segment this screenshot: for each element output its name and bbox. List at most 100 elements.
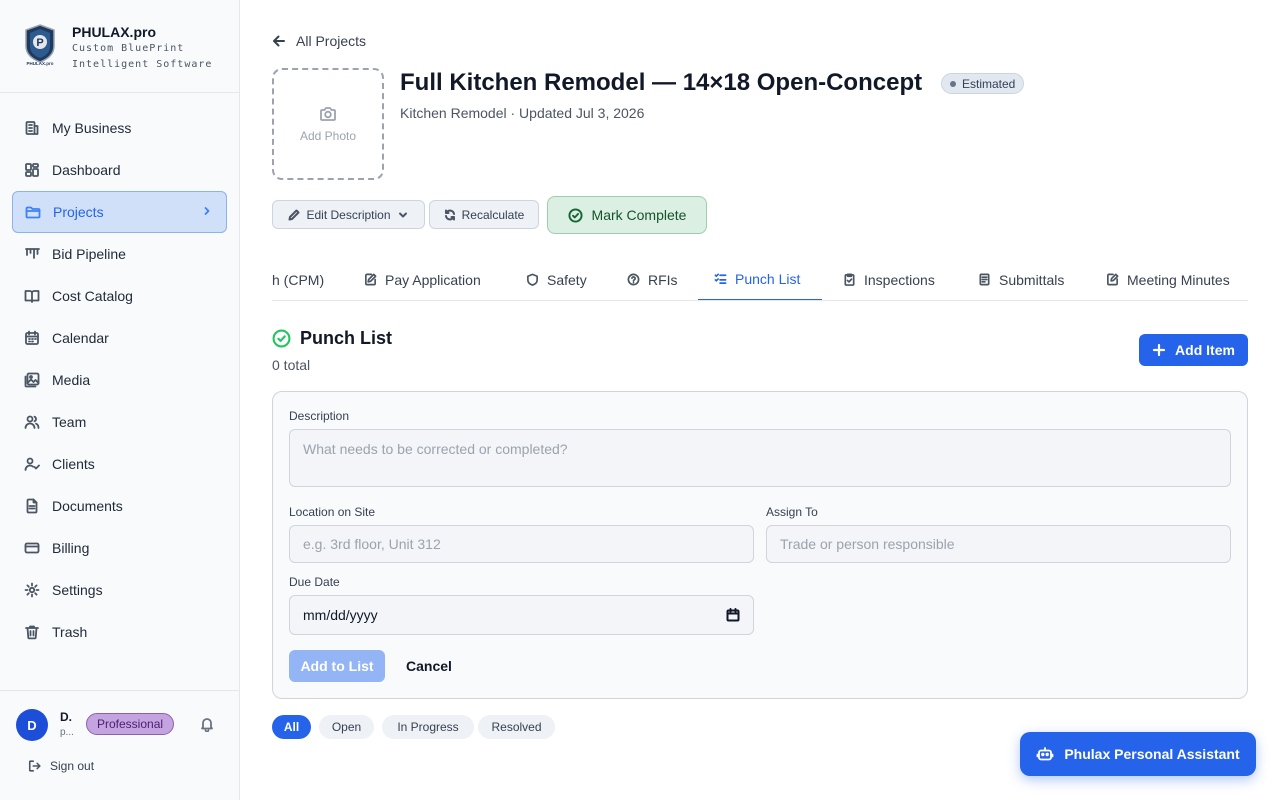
tab-punch-list[interactable]: Punch List bbox=[698, 258, 822, 300]
tab-label: Meeting Minutes bbox=[1127, 271, 1230, 288]
phulax-logo[interactable]: P PHULAX.pro bbox=[24, 24, 56, 66]
user-email: p... bbox=[60, 727, 74, 738]
sidebar-item-label: Trash bbox=[52, 624, 88, 640]
tab-pay-application[interactable]: Pay Application bbox=[364, 258, 481, 300]
sidebar-item-label: Billing bbox=[52, 540, 90, 556]
sidebar-item-media[interactable]: Media bbox=[12, 359, 227, 401]
add-item-label: Add Item bbox=[1175, 342, 1235, 358]
mark-complete-button[interactable]: Mark Complete bbox=[547, 196, 707, 234]
chevron-right-icon bbox=[204, 207, 210, 215]
file-text-icon bbox=[979, 273, 990, 286]
tab-label: Safety bbox=[547, 271, 587, 288]
sidebar-item-label: Documents bbox=[52, 498, 123, 514]
add-photo-label: Add Photo bbox=[299, 129, 357, 143]
sidebar-item-label: Bid Pipeline bbox=[52, 246, 126, 262]
plan-badge[interactable]: Professional bbox=[86, 713, 175, 735]
check-circle-icon bbox=[272, 329, 291, 348]
sidebar-item-documents[interactable]: Documents bbox=[12, 485, 227, 527]
building-icon bbox=[25, 121, 39, 135]
tab-inspections[interactable]: Inspections bbox=[843, 258, 935, 300]
sidebar-item-cost-catalog[interactable]: Cost Catalog bbox=[12, 275, 227, 317]
shield-icon bbox=[527, 273, 538, 286]
punch-list-title: Punch List bbox=[300, 328, 393, 348]
plus-icon bbox=[1152, 343, 1166, 357]
tab-rfis[interactable]: RFIs bbox=[627, 258, 678, 300]
location-input[interactable]: e.g. 3rd floor, Unit 312 bbox=[289, 525, 754, 563]
project-tabs: h (CPM) Pay Application Safety RFIs Punc… bbox=[272, 258, 1248, 301]
sidebar-item-calendar[interactable]: Calendar bbox=[12, 317, 227, 359]
brand-name: PHULAX.pro bbox=[72, 24, 156, 40]
page-title: Full Kitchen Remodel — 14×18 Open-Concep… bbox=[400, 69, 923, 96]
image-icon bbox=[24, 372, 40, 388]
add-photo-button[interactable]: Add Photo bbox=[272, 68, 384, 180]
avatar[interactable]: D bbox=[16, 709, 48, 741]
notifications-button[interactable] bbox=[199, 716, 215, 733]
edit-description-button[interactable]: Edit Description bbox=[272, 200, 425, 229]
credit-card-icon bbox=[24, 542, 40, 554]
due-date-label: Due Date bbox=[289, 575, 340, 589]
refresh-icon bbox=[444, 209, 455, 220]
book-icon bbox=[24, 290, 40, 303]
user-area: D D. p... Professional Sign out bbox=[0, 690, 240, 800]
tab-label: h (CPM) bbox=[272, 271, 325, 288]
sidebar-item-label: Settings bbox=[52, 582, 103, 598]
checklist-icon bbox=[714, 273, 727, 284]
assign-to-label: Assign To bbox=[766, 505, 818, 519]
due-date-input[interactable]: mm/dd/yyyy bbox=[289, 595, 754, 635]
sidebar-nav: My Business Dashboard Projects Bid Pipel… bbox=[0, 93, 239, 653]
dashboard-icon bbox=[25, 163, 39, 177]
sidebar-item-label: Projects bbox=[53, 204, 104, 220]
sidebar-item-clients[interactable]: Clients bbox=[12, 443, 227, 485]
tab-safety[interactable]: Safety bbox=[526, 258, 587, 300]
status-dot bbox=[950, 80, 956, 87]
filter-resolved[interactable]: Resolved bbox=[478, 715, 555, 739]
personal-assistant-button[interactable]: Phulax Personal Assistant bbox=[1020, 732, 1256, 776]
sidebar-item-label: Calendar bbox=[52, 330, 109, 346]
filter-open[interactable]: Open bbox=[319, 715, 374, 739]
sidebar-item-bid-pipeline[interactable]: Bid Pipeline bbox=[12, 233, 227, 275]
brand-tagline-1: Custom BluePrint bbox=[72, 43, 185, 54]
sidebar-item-trash[interactable]: Trash bbox=[12, 611, 227, 653]
sidebar-item-team[interactable]: Team bbox=[12, 401, 227, 443]
user-name: D. bbox=[60, 710, 72, 724]
filter-in-progress[interactable]: In Progress bbox=[382, 715, 474, 739]
sidebar-item-label: Media bbox=[52, 372, 91, 388]
tab-submittals[interactable]: Submittals bbox=[978, 258, 1064, 300]
sign-out-button[interactable]: Sign out bbox=[28, 759, 94, 773]
tab-meeting-minutes[interactable]: Meeting Minutes bbox=[1106, 258, 1230, 300]
cancel-button[interactable]: Cancel bbox=[397, 650, 461, 682]
recalculate-button[interactable]: Recalculate bbox=[429, 200, 539, 229]
back-to-projects-link[interactable]: All Projects bbox=[272, 33, 366, 49]
pencil-icon bbox=[288, 209, 300, 220]
main-content: All Projects Add Photo Full Kitchen Remo… bbox=[240, 0, 1280, 800]
calendar-icon[interactable] bbox=[726, 608, 740, 622]
check-circle-icon bbox=[568, 207, 583, 223]
punch-list-heading: Punch List bbox=[272, 328, 392, 349]
gear-icon bbox=[24, 582, 40, 598]
description-label: Description bbox=[289, 409, 350, 423]
sidebar-item-projects[interactable]: Projects bbox=[12, 191, 227, 233]
punch-item-form: Description What needs to be corrected o… bbox=[272, 391, 1248, 699]
assign-to-input[interactable]: Trade or person responsible bbox=[766, 525, 1231, 563]
sidebar-item-dashboard[interactable]: Dashboard bbox=[12, 149, 227, 191]
punch-list-count: 0 total bbox=[272, 357, 311, 373]
edit-description-label: Edit Description bbox=[306, 207, 391, 222]
sidebar-item-my-business[interactable]: My Business bbox=[12, 107, 227, 149]
tab-label: Pay Application bbox=[385, 271, 481, 288]
description-textarea[interactable]: What needs to be corrected or completed? bbox=[289, 429, 1231, 487]
sidebar-item-billing[interactable]: Billing bbox=[12, 527, 227, 569]
mark-complete-label: Mark Complete bbox=[591, 207, 687, 223]
tab-label: RFIs bbox=[648, 271, 678, 288]
recalculate-label: Recalculate bbox=[461, 207, 525, 222]
sidebar-item-label: Cost Catalog bbox=[52, 288, 133, 304]
add-to-list-button[interactable]: Add to List bbox=[289, 650, 385, 682]
filter-all[interactable]: All bbox=[272, 715, 311, 739]
sidebar-item-label: Team bbox=[52, 414, 87, 430]
add-item-button[interactable]: Add Item bbox=[1139, 334, 1248, 366]
camera-icon bbox=[320, 107, 336, 121]
status-badge: Estimated bbox=[941, 73, 1025, 94]
back-link-label: All Projects bbox=[296, 33, 367, 49]
sidebar-item-settings[interactable]: Settings bbox=[12, 569, 227, 611]
tab-schedule-cpm[interactable]: h (CPM) bbox=[272, 258, 325, 300]
bell-icon bbox=[201, 718, 213, 733]
